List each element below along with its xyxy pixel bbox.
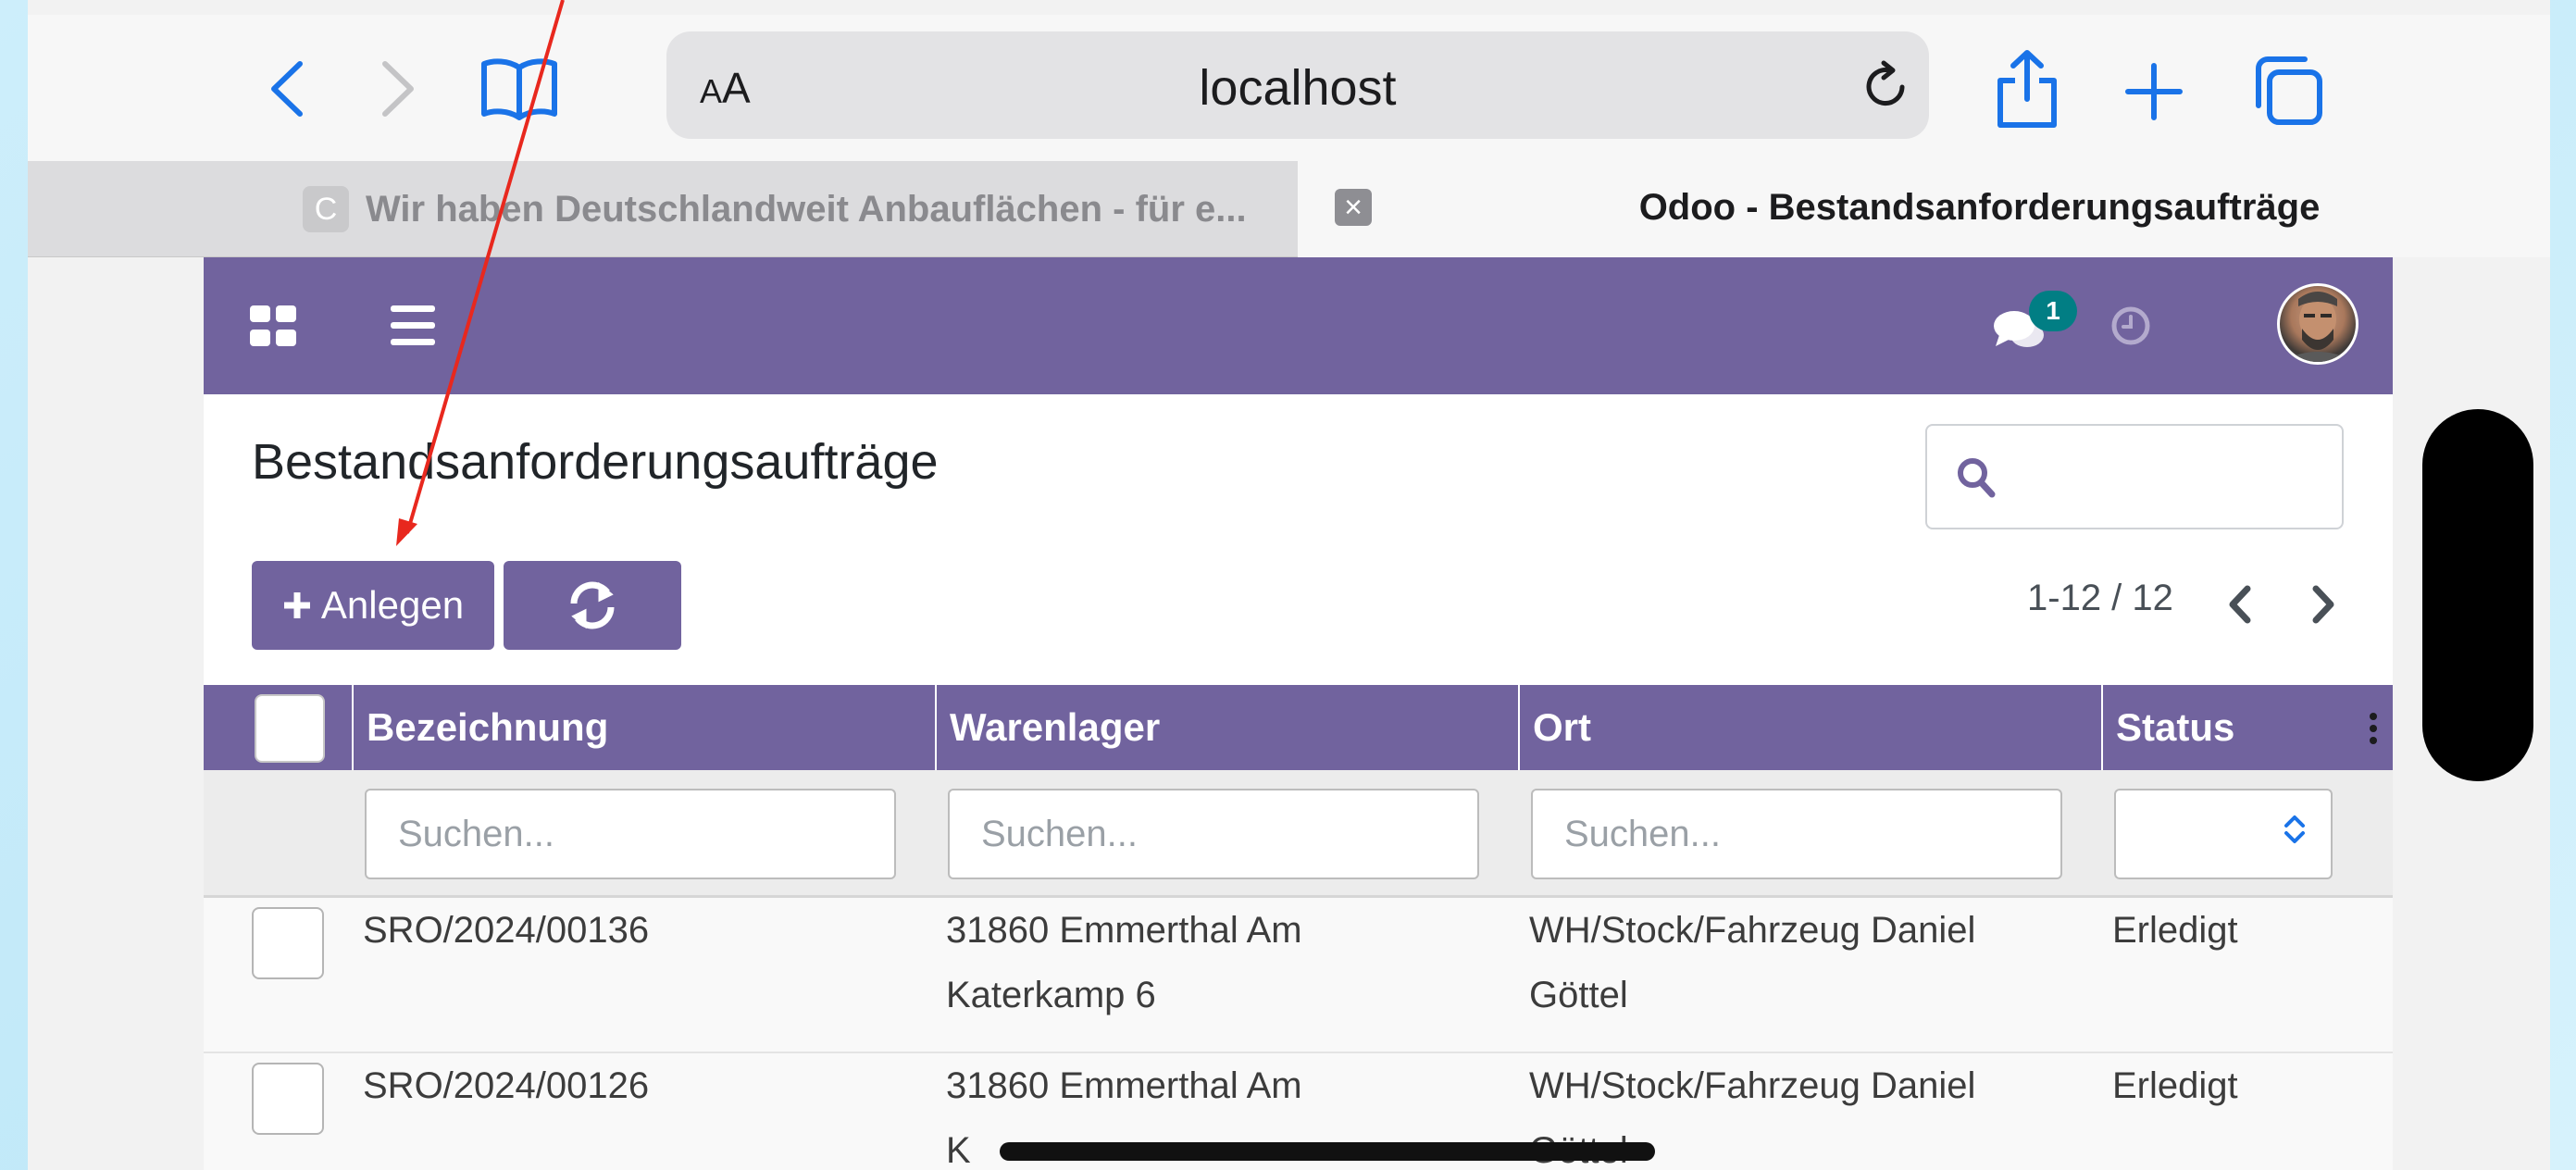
search-icon xyxy=(1955,455,1997,504)
refresh-button[interactable] xyxy=(504,561,681,650)
filter-warenlager-input[interactable]: Suchen... xyxy=(948,789,1479,879)
column-header-warenlager[interactable]: Warenlager xyxy=(935,685,1518,770)
back-icon[interactable] xyxy=(259,56,315,122)
cell-ort-line1: WH/Stock/Fahrzeug Daniel xyxy=(1529,1065,1976,1106)
top-navbar: 1 xyxy=(204,257,2393,394)
chevron-right-icon[interactable] xyxy=(2305,581,2342,628)
filter-row: Suchen... Suchen... Suchen... xyxy=(204,770,2393,898)
row-checkbox[interactable] xyxy=(252,1063,324,1135)
reload-icon[interactable] xyxy=(1860,59,1912,111)
create-button-label: Anlegen xyxy=(320,583,465,627)
tab-bar: C Wir haben Deutschlandweit Anbauflächen… xyxy=(28,161,2550,257)
column-header-ort[interactable]: Ort xyxy=(1518,685,2101,770)
share-icon[interactable] xyxy=(1988,43,2066,135)
cell-warenlager-line1: 31860 Emmerthal Am xyxy=(946,910,1302,951)
close-icon[interactable]: × xyxy=(1335,189,1372,226)
menu-icon[interactable] xyxy=(391,305,435,345)
tabs-icon[interactable] xyxy=(2249,52,2327,130)
create-button[interactable]: Anlegen xyxy=(252,561,494,650)
page-title: Bestandsanforderungsaufträge xyxy=(252,434,939,490)
filter-bezeichnung-input[interactable]: Suchen... xyxy=(365,789,896,879)
select-all-checkbox[interactable] xyxy=(255,694,325,763)
cell-warenlager-line1: 31860 Emmerthal Am xyxy=(946,1065,1302,1106)
tab-title: Odoo - Bestandsanforderungsaufträge xyxy=(1638,187,2321,228)
cell-status: Erledigt xyxy=(2112,1065,2238,1106)
column-header-bezeichnung[interactable]: Bezeichnung xyxy=(352,685,935,770)
table-row[interactable]: SRO/2024/00136 31860 Emmerthal Am Katerk… xyxy=(204,898,2393,1053)
table-header: Bezeichnung Warenlager Ort Status xyxy=(204,685,2393,770)
chat-badge: 1 xyxy=(2029,291,2077,331)
select-arrows-icon xyxy=(2281,811,2308,857)
tab-active[interactable]: × Odoo - Bestandsanforderungsaufträge xyxy=(1298,161,2550,257)
tab-title: Wir haben Deutschlandweit Anbauflächen -… xyxy=(366,188,1247,230)
tab-inactive[interactable]: C Wir haben Deutschlandweit Anbauflächen… xyxy=(28,161,1298,257)
cell-bezeichnung: SRO/2024/00136 xyxy=(363,910,650,951)
address-bar[interactable]: AA localhost xyxy=(666,31,1929,139)
cell-bezeichnung: SRO/2024/00126 xyxy=(363,1065,650,1106)
kebab-icon[interactable] xyxy=(2368,713,2377,744)
cell-status: Erledigt xyxy=(2112,910,2238,951)
cell-ort-line1: WH/Stock/Fahrzeug Daniel xyxy=(1529,910,1976,951)
apps-icon[interactable] xyxy=(250,305,298,348)
filter-status-select[interactable] xyxy=(2114,789,2333,879)
clock-icon[interactable] xyxy=(2110,305,2151,346)
search-input[interactable] xyxy=(1925,424,2344,529)
avatar[interactable] xyxy=(2277,283,2358,365)
plus-icon xyxy=(282,591,312,620)
bookmarks-icon[interactable] xyxy=(478,52,561,126)
device-screen: AA localhost C Wir haben Deutschlandweit… xyxy=(28,0,2550,1170)
url-text: localhost xyxy=(1199,60,1397,116)
cell-warenlager-line2: K xyxy=(946,1130,971,1170)
pager-value[interactable]: 1-12 / 12 xyxy=(2027,578,2173,619)
forward-icon[interactable] xyxy=(370,56,426,122)
new-tab-icon[interactable] xyxy=(2122,59,2186,124)
cell-ort-line2: Göttel xyxy=(1529,975,1628,1015)
row-checkbox[interactable] xyxy=(252,907,324,979)
chevron-left-icon[interactable] xyxy=(2221,581,2259,628)
tab-favicon: C xyxy=(303,186,349,232)
refresh-icon xyxy=(566,579,618,631)
home-indicator xyxy=(1000,1142,1655,1161)
cell-warenlager-line2: Katerkamp 6 xyxy=(946,975,1156,1015)
browser-toolbar: AA localhost xyxy=(28,15,2550,161)
column-header-status[interactable]: Status xyxy=(2101,685,2393,770)
filter-ort-input[interactable]: Suchen... xyxy=(1531,789,2062,879)
scroll-handle[interactable] xyxy=(2422,409,2533,781)
odoo-app: 1 Bestandsanforderungsaufträge Anlegen 1… xyxy=(204,257,2393,1170)
